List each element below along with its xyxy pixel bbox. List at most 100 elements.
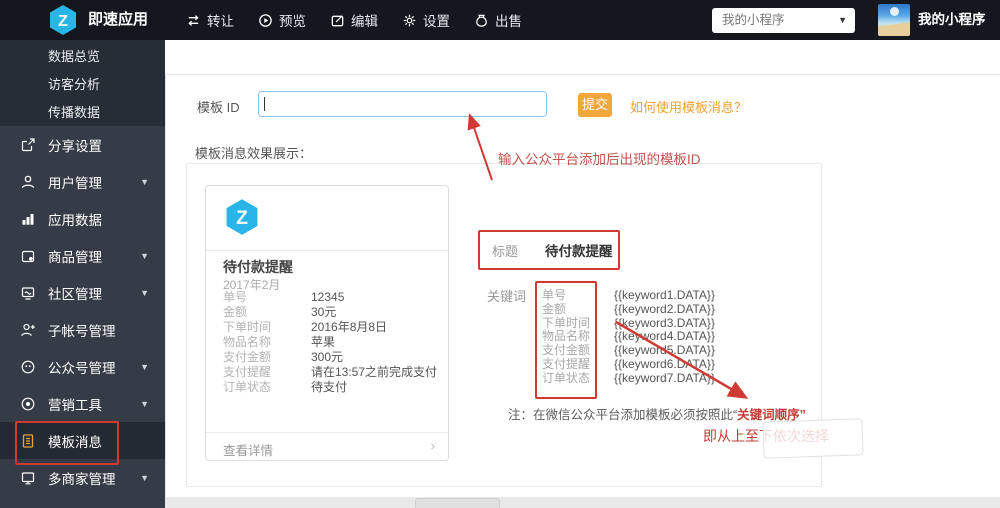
sidebar-item-data-overview[interactable]: 数据总览 (0, 43, 165, 71)
sidebar-item-label: 用户管理 (48, 175, 102, 191)
bottom-tab (415, 498, 500, 508)
view-detail-link[interactable]: 查看详情 (223, 440, 273, 459)
bottom-strip (165, 497, 1000, 508)
sidebar-item-share-settings[interactable]: 分享设置 (0, 126, 165, 163)
sidebar-item-template-message[interactable]: 模板消息 (0, 422, 165, 459)
card-title: 待付款提醒 (223, 259, 293, 275)
detail-title-value: 待付款提醒 (545, 244, 613, 259)
keyword-placeholder: {{keyword4.DATA}} (614, 329, 715, 344)
annotation-input-tip: 输入公众平台添加后出现的模板ID (498, 152, 701, 167)
detail-title-label: 标题 (492, 244, 519, 259)
keyword-row: 支付提醒 {{keyword6.DATA}} (542, 356, 715, 372)
sidebar-item-community-management[interactable]: 社区管理 ▼ (0, 274, 165, 311)
field-value: 2016年8月8日 (311, 320, 388, 334)
subaccount-icon (21, 323, 35, 336)
chevron-down-icon: ▼ (140, 176, 149, 187)
field-value: 12345 (311, 290, 345, 304)
sidebar-item-official-account-management[interactable]: 公众号管理 ▼ (0, 348, 165, 385)
sidebar-item-multistore-management[interactable]: 多商家管理 ▼ (0, 459, 165, 496)
keyword-row: 单号 {{keyword1.DATA}} (542, 288, 715, 303)
keyword-name: 订单状态 (542, 370, 591, 385)
sidebar-item-spread-data[interactable]: 传播数据 (0, 99, 165, 127)
chevron-down-icon: ▼ (140, 472, 149, 483)
svg-text:Z: Z (236, 208, 248, 229)
field-label: 单号 (223, 290, 248, 304)
field-label: 物品名称 (223, 335, 272, 349)
sidebar-item-app-data[interactable]: 应用数据 (0, 200, 165, 237)
help-link[interactable]: 如何使用模板消息？ (630, 97, 747, 116)
keyword-row: 支付金额 {{keyword5.DATA}} (542, 343, 715, 358)
nav-label: 设置 (423, 14, 450, 29)
field-value: 300元 (311, 350, 344, 364)
nav-edit[interactable]: 编辑 (330, 10, 378, 30)
sidebar-item-label: 商品管理 (48, 249, 102, 265)
sidebar-item-label: 公众号管理 (48, 360, 116, 376)
share-icon (21, 137, 35, 151)
official-account-icon (21, 360, 35, 373)
nav-preview[interactable]: 预览 (258, 10, 306, 30)
chevron-down-icon: ▼ (140, 287, 149, 298)
keyword-placeholder: {{keyword1.DATA}} (614, 288, 715, 302)
app-logo-icon: Z (50, 5, 76, 35)
keyword-rows: 单号 {{keyword1.DATA}} 金额 {{keyword2.DATA}} … (542, 288, 715, 386)
sidebar-item-label: 模板消息 (48, 434, 102, 450)
multistore-icon (21, 471, 35, 484)
keyword-row: 订单状态 {{keyword7.DATA}} (542, 370, 715, 386)
user-icon (21, 175, 35, 188)
top-navigation: 转让 预览 编辑 设置 出售 (186, 0, 522, 40)
miniapp-selector-value: 我的小程序 (722, 13, 785, 27)
sidebar-item-marketing-tools[interactable]: 营销工具 ▼ (0, 385, 165, 422)
nav-transfer[interactable]: 转让 (186, 10, 234, 30)
nav-sell[interactable]: 出售 (474, 10, 522, 30)
field-value: 待支付 (311, 380, 348, 394)
preview-icon (259, 13, 272, 27)
edit-icon (331, 14, 344, 26)
annotation-note-prefix: 注：在微信公众平台添加模板必须按照此“ (508, 408, 738, 422)
keyword-placeholder: {{keyword2.DATA}} (614, 301, 715, 316)
topbar: Z 即速应用 转让 预览 编辑 设置 出售 我的小程序 ▼ 我的小程序 (0, 0, 1000, 40)
page-header (165, 40, 1000, 75)
keyword-row: 金额 {{keyword2.DATA}} (542, 301, 715, 317)
divider (206, 432, 448, 433)
nav-label: 转让 (207, 14, 234, 29)
card-fields: 单号 12345 金额 30元 下单时间 2016年8月8日 物品名称 苹果 支付金额 3… (223, 290, 438, 395)
sidebar-item-label: 应用数据 (48, 212, 102, 228)
card-field-row: 支付金额 300元 (223, 350, 438, 365)
chevron-down-icon: ▼ (140, 250, 149, 261)
sidebar-item-label: 分享设置 (48, 138, 102, 154)
transfer-icon (188, 14, 199, 26)
goods-icon (21, 250, 35, 262)
field-label: 支付金额 (223, 350, 272, 364)
keyword-name: 支付提醒 (542, 356, 591, 371)
nav-label: 出售 (495, 14, 522, 29)
keyword-name: 金额 (542, 301, 567, 316)
chevron-down-icon: ▼ (838, 15, 847, 25)
submit-button[interactable]: 提交 (578, 93, 612, 117)
preview-section-label: 模板消息效果展示： (195, 146, 313, 161)
sidebar-item-label: 多商家管理 (48, 471, 116, 487)
sidebar: 数据总览 访客分析 传播数据 分享设置 用户管理 ▼ 应用数据 商品管理 ▼ 社… (0, 40, 165, 508)
sidebar-item-subaccount-management[interactable]: 子帐号管理 (0, 311, 165, 348)
card-field-row: 下单时间 2016年8月8日 (223, 320, 438, 335)
card-field-row: 单号 12345 (223, 290, 438, 305)
field-value: 请在13:57之前完成支付 (311, 365, 438, 379)
card-field-row: 订单状态 待支付 (223, 380, 438, 395)
sidebar-item-goods-management[interactable]: 商品管理 ▼ (0, 237, 165, 274)
sidebar-menu: 分享设置 用户管理 ▼ 应用数据 商品管理 ▼ 社区管理 ▼ 子帐号管理 公众号… (0, 126, 165, 496)
account-label[interactable]: 我的小程序 (918, 0, 986, 40)
miniapp-selector[interactable]: 我的小程序 ▼ (712, 8, 855, 33)
nav-label: 预览 (279, 14, 306, 29)
sidebar-item-visitor-analysis[interactable]: 访客分析 (0, 71, 165, 99)
user-avatar[interactable] (878, 4, 910, 36)
sidebar-item-user-management[interactable]: 用户管理 ▼ (0, 163, 165, 200)
settings-icon (403, 14, 416, 26)
card-logo-icon: Z (226, 199, 258, 235)
card-field-row: 金额 30元 (223, 305, 438, 320)
annotation-note: 注：在微信公众平台添加模板必须按照此“关键词顺序” (508, 404, 806, 423)
chevron-down-icon: ▼ (140, 361, 149, 372)
nav-label: 编辑 (351, 14, 378, 29)
template-id-input[interactable] (258, 91, 547, 117)
chart-icon (22, 213, 34, 225)
chevron-down-icon: ▼ (140, 398, 149, 409)
nav-settings[interactable]: 设置 (402, 10, 450, 30)
